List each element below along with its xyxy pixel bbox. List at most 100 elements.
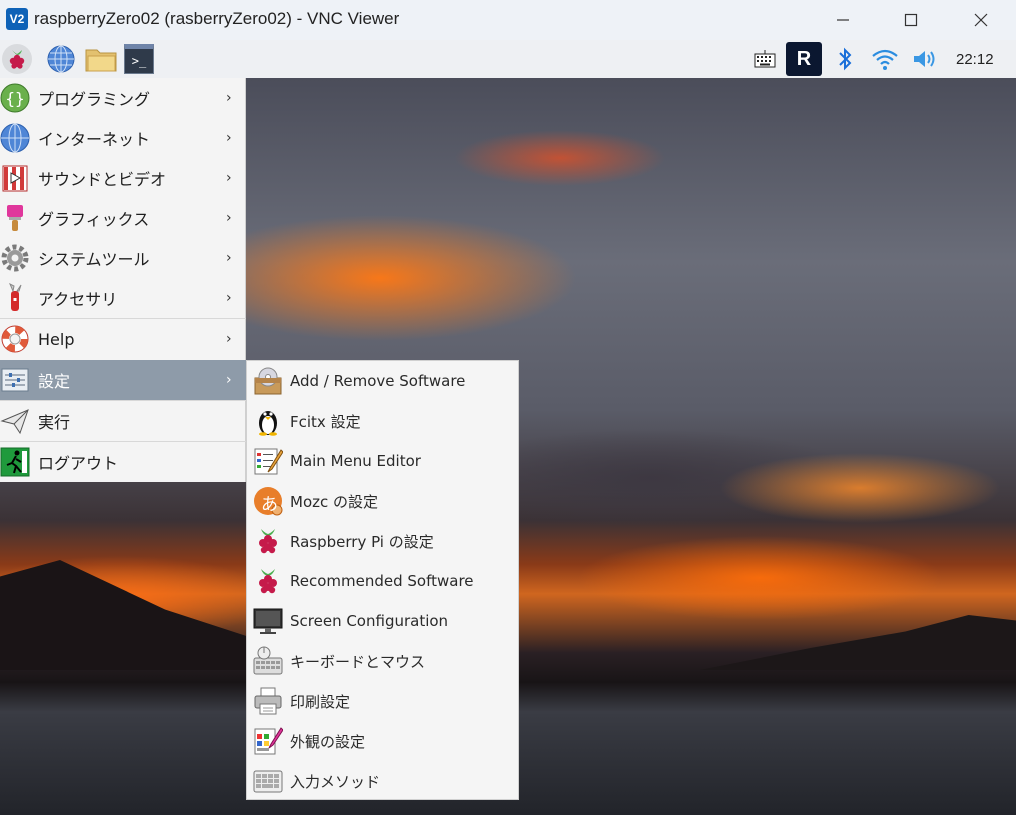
submenu-item-input-method[interactable]: 入力メソッド xyxy=(247,761,519,801)
submenu-item-label: Screen Configuration xyxy=(290,612,449,630)
internet-globe-icon xyxy=(0,123,30,153)
terminal-icon: >_ xyxy=(131,54,147,68)
keyboard-mouse-icon xyxy=(253,646,283,675)
programming-icon: {} xyxy=(0,83,30,113)
menu-item-label: 設定 xyxy=(38,372,71,391)
maximize-icon xyxy=(904,13,918,27)
submenu-item-label: Fcitx 設定 xyxy=(290,412,361,431)
remote-desktop[interactable]: >_ R 22:12 {} プログラミング › インターネット › サウンドとビ… xyxy=(0,40,1016,815)
globe-icon xyxy=(47,45,75,73)
logout-exit-icon xyxy=(0,447,30,477)
appearance-icon xyxy=(254,727,283,755)
submenu-arrow-icon: › xyxy=(226,250,232,266)
vnc-viewer-logo-icon: V2 xyxy=(6,8,28,30)
bluetooth-tray[interactable] xyxy=(830,44,860,74)
menu-item-system-tools[interactable]: システムツール › xyxy=(0,238,246,278)
menu-item-accessories[interactable]: アクセサリ › xyxy=(0,278,246,318)
submenu-item-print-settings[interactable]: 印刷設定 xyxy=(247,681,519,721)
submenu-item-appearance[interactable]: 外観の設定 xyxy=(247,721,519,761)
submenu-item-recommended-software[interactable]: Recommended Software xyxy=(247,561,519,601)
svg-text:{}: {} xyxy=(5,89,24,108)
main-menu: {} プログラミング › インターネット › サウンドとビデオ › グラフィック… xyxy=(0,78,246,482)
menu-item-label: 実行 xyxy=(38,413,71,432)
submenu-item-label: Mozc の設定 xyxy=(290,492,379,511)
volume-tray[interactable] xyxy=(910,44,940,74)
submenu-arrow-icon: › xyxy=(226,290,232,306)
monitor-icon xyxy=(253,608,283,634)
close-icon xyxy=(974,13,988,27)
menu-item-graphics[interactable]: グラフィックス › xyxy=(0,198,246,238)
volume-icon xyxy=(914,51,935,67)
submenu-arrow-icon: › xyxy=(226,130,232,146)
submenu-item-label: 印刷設定 xyxy=(290,692,351,711)
folder-icon xyxy=(85,49,117,72)
submenu-item-label: Main Menu Editor xyxy=(290,452,421,470)
printer-icon xyxy=(254,687,282,715)
minimize-button[interactable] xyxy=(808,0,878,40)
run-paperplane-icon xyxy=(0,409,29,435)
add-remove-software-icon xyxy=(254,367,282,395)
menu-item-label: プログラミング xyxy=(38,90,151,109)
submenu-item-keyboard-mouse[interactable]: キーボードとマウス xyxy=(247,641,519,681)
vnc-server-tray[interactable]: R xyxy=(786,42,822,76)
menu-editor-icon xyxy=(254,448,283,475)
menu-item-label: サウンドとビデオ xyxy=(38,170,167,189)
menu-item-internet[interactable]: インターネット › xyxy=(0,118,246,158)
raspberry-menu-button[interactable] xyxy=(2,44,32,74)
raspberry-icon xyxy=(9,50,25,69)
sound-video-icon xyxy=(2,165,28,192)
submenu-arrow-icon: › xyxy=(226,170,232,186)
submenu-item-label: 入力メソッド xyxy=(290,772,381,791)
menu-item-logout[interactable]: ログアウト xyxy=(0,442,246,482)
window-title: raspberryZero02 (rasberryZero02) - VNC V… xyxy=(34,9,400,28)
accessories-knife-icon xyxy=(9,283,22,311)
menu-item-help[interactable]: Help › xyxy=(0,319,246,359)
raspberry-recommended-icon xyxy=(259,569,277,594)
submenu-item-fcitx[interactable]: Fcitx 設定 xyxy=(247,401,519,441)
settings-sliders-icon xyxy=(1,368,29,392)
menu-item-label: インターネット xyxy=(38,130,151,149)
terminal-launcher[interactable]: >_ xyxy=(124,44,154,74)
taskbar-panel: >_ R 22:12 xyxy=(0,40,1016,78)
menu-item-label: アクセサリ xyxy=(38,290,118,309)
menu-item-programming[interactable]: {} プログラミング › xyxy=(0,78,246,118)
submenu-item-label: Raspberry Pi の設定 xyxy=(290,532,434,551)
maximize-button[interactable] xyxy=(876,0,946,40)
web-browser-launcher[interactable] xyxy=(46,44,76,74)
wifi-icon xyxy=(872,49,898,70)
submenu-item-mozc[interactable]: あ Mozc の設定 xyxy=(247,481,519,521)
menu-item-sound-video[interactable]: サウンドとビデオ › xyxy=(0,158,246,198)
graphics-brush-icon xyxy=(7,205,23,231)
wifi-tray[interactable] xyxy=(870,44,900,74)
submenu-item-screen-configuration[interactable]: Screen Configuration xyxy=(247,601,519,641)
help-lifebuoy-icon xyxy=(1,325,29,353)
menu-item-label: Help xyxy=(38,329,75,349)
bluetooth-icon xyxy=(839,47,852,71)
mozc-glyph: あ xyxy=(261,495,278,515)
submenu-item-label: Recommended Software xyxy=(290,572,474,590)
submenu-arrow-icon: › xyxy=(226,90,232,106)
submenu-item-raspberry-pi-config[interactable]: Raspberry Pi の設定 xyxy=(247,521,519,561)
system-tools-gear-icon xyxy=(1,244,29,272)
settings-submenu: Add / Remove Software Fcitx 設定 Main Menu… xyxy=(246,360,519,800)
close-button[interactable] xyxy=(946,0,1016,40)
submenu-arrow-icon: › xyxy=(226,372,232,388)
menu-item-settings[interactable]: 設定 › xyxy=(0,360,246,400)
menu-item-label: システムツール xyxy=(38,250,150,269)
submenu-item-label: キーボードとマウス xyxy=(290,652,426,671)
file-manager-launcher[interactable] xyxy=(85,44,117,74)
submenu-item-add-remove-software[interactable]: Add / Remove Software xyxy=(247,361,519,401)
menu-item-run[interactable]: 実行 xyxy=(0,401,246,441)
submenu-item-main-menu-editor[interactable]: Main Menu Editor xyxy=(247,441,519,481)
keyboard-tray[interactable] xyxy=(750,44,780,74)
vnc-window-titlebar: V2 raspberryZero02 (rasberryZero02) - VN… xyxy=(0,0,1016,40)
submenu-item-label: Add / Remove Software xyxy=(290,372,466,390)
fcitx-penguin-icon xyxy=(259,411,277,436)
input-method-keyboard-icon xyxy=(253,770,283,793)
clock[interactable]: 22:12 xyxy=(956,51,994,68)
submenu-item-label: 外観の設定 xyxy=(290,732,366,751)
minimize-icon xyxy=(837,19,849,21)
raspberry-pi-config-icon xyxy=(259,529,277,554)
menu-item-label: ログアウト xyxy=(38,454,119,473)
submenu-arrow-icon: › xyxy=(226,210,232,226)
